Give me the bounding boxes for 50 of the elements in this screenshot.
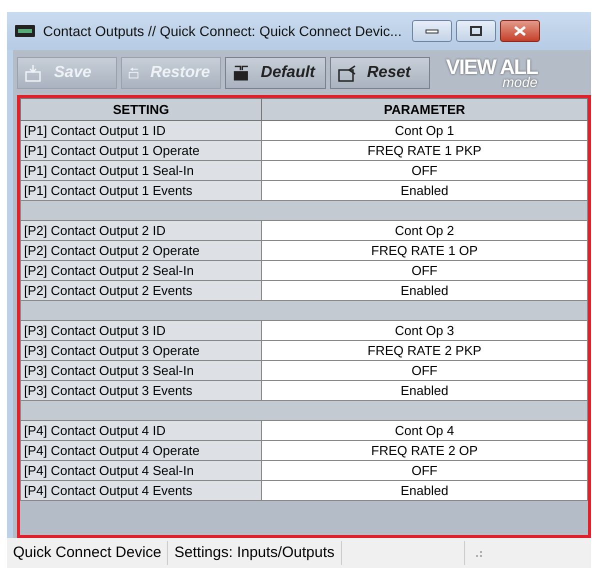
toolbar-button[interactable]: Reset (330, 57, 430, 89)
parameter-cell[interactable]: Enabled (262, 280, 588, 300)
close-button[interactable] (500, 20, 540, 42)
parameter-cell[interactable]: FREQ RATE 1 OP (262, 240, 588, 260)
setting-cell: [P2] Contact Output 2 Events (20, 280, 262, 300)
setting-cell: [P2] Contact Output 2 Operate (20, 240, 262, 260)
maximize-button[interactable] (456, 20, 496, 42)
toolbar-icon (232, 64, 251, 82)
parameter-cell[interactable]: Enabled (262, 380, 588, 400)
setting-cell: [P2] Contact Output 2 ID (20, 220, 262, 240)
close-icon (512, 26, 527, 36)
toolbar-icon (24, 64, 44, 82)
parameter-cell[interactable]: Cont Op 3 (262, 320, 588, 340)
minimize-icon (424, 28, 439, 34)
view-mode-label: VIEW ALL mode (445, 56, 539, 90)
setting-cell: [P4] Contact Output 4 Operate (20, 440, 262, 460)
status-text: Quick Connect Device (7, 541, 168, 565)
column-header: PARAMETER (262, 98, 588, 120)
setting-cell: [P1] Contact Output 1 ID (20, 120, 262, 140)
parameter-cell[interactable]: Cont Op 4 (262, 420, 588, 440)
setting-cell: [P2] Contact Output 2 Seal-In (20, 260, 262, 280)
window-title: Contact Outputs // Quick Connect: Quick Connect Devic... (43, 23, 402, 39)
parameter-cell[interactable]: OFF (262, 260, 588, 280)
setting-cell: [P3] Contact Output 3 Events (20, 380, 262, 400)
window-icon (15, 25, 35, 37)
parameter-cell[interactable]: OFF (262, 460, 588, 480)
toolbar-button[interactable]: Default (225, 57, 326, 89)
parameter-cell[interactable]: Enabled (262, 480, 588, 500)
setting-cell: [P1] Contact Output 1 Operate (20, 140, 262, 160)
parameter-cell[interactable]: FREQ RATE 2 PKP (262, 340, 588, 360)
setting-cell: [P3] Contact Output 3 ID (20, 320, 262, 340)
parameter-cell[interactable]: Enabled (262, 180, 588, 200)
setting-cell: [P1] Contact Output 1 Seal-In (20, 160, 262, 180)
parameter-cell[interactable]: FREQ RATE 2 OP (262, 440, 588, 460)
status-text: Settings: Inputs/Outputs (168, 541, 342, 565)
parameter-cell[interactable]: FREQ RATE 1 PKP (262, 140, 588, 160)
parameter-cell[interactable]: OFF (262, 360, 588, 380)
setting-cell: [P1] Contact Output 1 Events (20, 180, 262, 200)
parameter-cell[interactable]: OFF (262, 160, 588, 180)
minimize-button[interactable] (412, 20, 452, 42)
setting-cell: [P3] Contact Output 3 Operate (20, 340, 262, 360)
setting-cell: [P4] Contact Output 4 Events (20, 480, 262, 500)
setting-cell: [P4] Contact Output 4 Seal-In (20, 460, 262, 480)
column-header: SETTING (20, 98, 262, 120)
toolbar-icon (337, 64, 357, 82)
parameter-cell[interactable]: Cont Op 2 (262, 220, 588, 240)
setting-cell: [P3] Contact Output 3 Seal-In (20, 360, 262, 380)
parameter-cell[interactable]: Cont Op 1 (262, 120, 588, 140)
setting-cell: [P4] Contact Output 4 ID (20, 420, 262, 440)
maximize-icon (468, 26, 483, 36)
